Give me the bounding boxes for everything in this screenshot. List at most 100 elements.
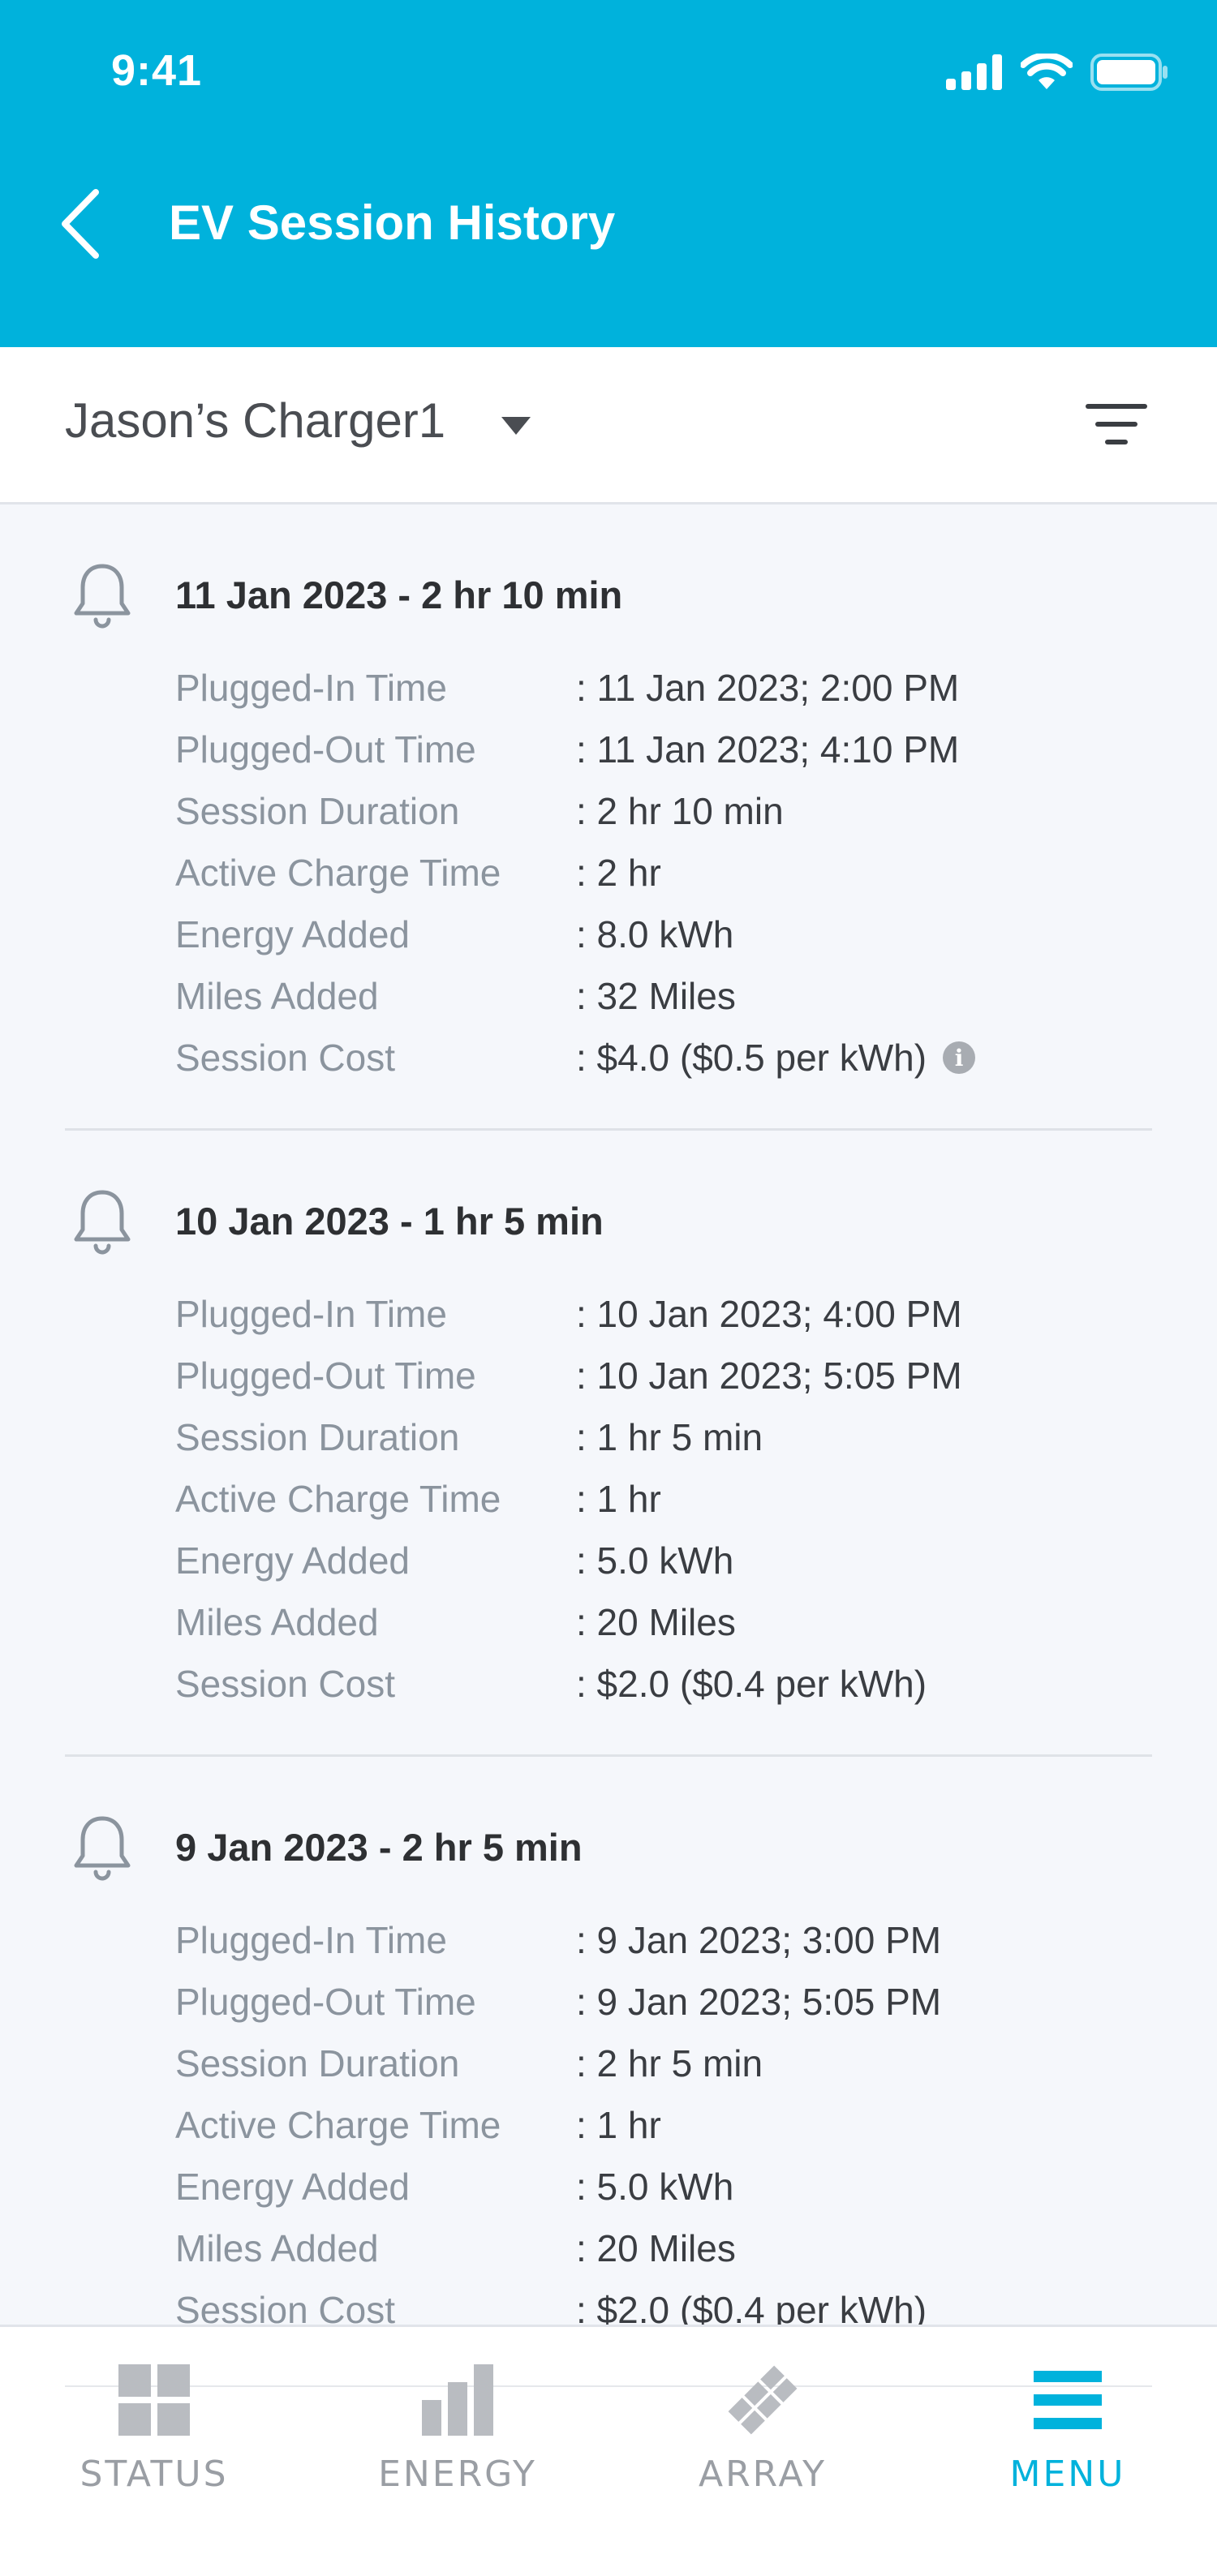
detail-value: : 2 hr xyxy=(576,852,661,894)
app-header: 9:41 EV Session History xyxy=(0,0,1217,347)
nav-label: ARRAY xyxy=(698,2454,828,2495)
wifi-icon xyxy=(1021,54,1073,89)
signal-icon xyxy=(946,54,1002,90)
detail-row: Miles Added : 20 Miles xyxy=(175,2218,1149,2279)
nav-tab-menu[interactable]: MENU xyxy=(946,2359,1189,2522)
session-heading: 9 Jan 2023 - 2 hr 5 min xyxy=(175,1826,583,1869)
detail-label: Energy Added xyxy=(175,913,411,955)
status-bar-time: 9:41 xyxy=(111,46,203,95)
charger-dropdown-label[interactable]: Jason’s Charger1 xyxy=(65,393,445,449)
detail-row: Active Charge Time : 1 hr xyxy=(175,1468,1149,1530)
detail-value: : 20 Miles xyxy=(576,2227,736,2269)
chevron-left-icon xyxy=(62,189,99,259)
detail-row: Active Charge Time : 1 hr xyxy=(175,2094,1149,2156)
detail-row: Plugged-In Time : 10 Jan 2023; 4:00 PM xyxy=(175,1283,1149,1345)
session-details: Plugged-In Time : 11 Jan 2023; 2:00 PM Pl… xyxy=(175,657,1149,1088)
detail-label: Plugged-Out Time xyxy=(175,1355,476,1397)
nav-tab-array[interactable]: ARRAY xyxy=(641,2359,884,2522)
back-button[interactable] xyxy=(57,183,122,264)
detail-value: : $4.0 ($0.5 per kWh) xyxy=(576,1037,927,1079)
bell-icon xyxy=(74,1816,131,1881)
detail-label: Plugged-Out Time xyxy=(175,1981,476,2023)
detail-row: Session Duration : 2 hr 10 min xyxy=(175,780,1149,842)
detail-row: Plugged-In Time : 9 Jan 2023; 3:00 PM xyxy=(175,1909,1149,1971)
detail-label: Session Cost xyxy=(175,1663,396,1705)
detail-row: Plugged-Out Time : 9 Jan 2023; 5:05 PM xyxy=(175,1971,1149,2033)
detail-value: : 20 Miles xyxy=(576,1601,736,1643)
session-heading: 11 Jan 2023 - 2 hr 10 min xyxy=(175,573,623,616)
nav-label: STATUS xyxy=(80,2454,229,2495)
detail-row: Plugged-In Time : 11 Jan 2023; 2:00 PM xyxy=(175,657,1149,719)
session-heading: 10 Jan 2023 - 1 hr 5 min xyxy=(175,1200,604,1243)
detail-value: : 9 Jan 2023; 5:05 PM xyxy=(576,1981,942,2023)
detail-label: Session Cost xyxy=(175,1037,396,1079)
detail-value: : $2.0 ($0.4 per kWh) xyxy=(576,1663,927,1705)
detail-value: : 1 hr xyxy=(576,2104,661,2146)
detail-label: Miles Added xyxy=(175,2227,379,2269)
page-title: EV Session History xyxy=(169,195,616,250)
detail-label: Energy Added xyxy=(175,2166,411,2208)
detail-value: : 8.0 kWh xyxy=(576,913,734,955)
detail-row: Session Cost : $4.0 ($0.5 per kWh) i xyxy=(175,1027,1149,1088)
charger-selector-bar: Jason’s Charger1 xyxy=(0,347,1217,504)
detail-label: Session Duration xyxy=(175,2042,460,2084)
session-details: Plugged-In Time : 9 Jan 2023; 3:00 PM Plu… xyxy=(175,1909,1149,2341)
nav-label: MENU xyxy=(1009,2454,1126,2495)
detail-value: : 5.0 kWh xyxy=(576,2166,734,2208)
detail-value: : 5.0 kWh xyxy=(576,1539,734,1582)
battery-icon xyxy=(1090,54,1168,91)
session-list: 11 Jan 2023 - 2 hr 10 min Plugged-In Tim… xyxy=(0,504,1217,2383)
detail-value: : 11 Jan 2023; 4:10 PM xyxy=(576,728,960,771)
session-card[interactable]: 11 Jan 2023 - 2 hr 10 min Plugged-In Tim… xyxy=(0,504,1217,1131)
detail-value: : 1 hr xyxy=(576,1478,661,1520)
detail-value: : 1 hr 5 min xyxy=(576,1416,763,1458)
detail-value: : 2 hr 5 min xyxy=(576,2042,763,2084)
grid-icon xyxy=(118,2364,190,2436)
bell-icon xyxy=(74,564,131,629)
detail-row: Energy Added : 8.0 kWh xyxy=(175,904,1149,965)
detail-label: Active Charge Time xyxy=(175,2104,501,2146)
detail-row: Energy Added : 5.0 kWh xyxy=(175,2156,1149,2218)
detail-label: Active Charge Time xyxy=(175,1478,501,1520)
info-icon[interactable]: i xyxy=(943,1041,976,1074)
status-bar-icons xyxy=(946,54,1168,91)
detail-value: : 10 Jan 2023; 4:00 PM xyxy=(576,1293,962,1335)
detail-value: : 32 Miles xyxy=(576,975,736,1017)
session-details: Plugged-In Time : 10 Jan 2023; 4:00 PM Pl… xyxy=(175,1283,1149,1715)
detail-row: Session Duration : 2 hr 5 min xyxy=(175,2033,1149,2094)
bar-chart-icon xyxy=(422,2364,493,2436)
detail-label: Session Duration xyxy=(175,1416,460,1458)
bottom-navigation: STATUS ENERGY ARRAY MENU xyxy=(0,2325,1217,2576)
detail-row: Session Duration : 1 hr 5 min xyxy=(175,1406,1149,1468)
detail-label: Plugged-Out Time xyxy=(175,728,476,771)
nav-label: ENERGY xyxy=(378,2454,537,2495)
solar-panel-icon xyxy=(728,2365,798,2435)
detail-value: : 2 hr 10 min xyxy=(576,790,784,832)
bell-icon xyxy=(74,1190,131,1255)
detail-label: Energy Added xyxy=(175,1539,411,1582)
detail-row: Miles Added : 20 Miles xyxy=(175,1591,1149,1653)
detail-label: Plugged-In Time xyxy=(175,1293,447,1335)
detail-row: Plugged-Out Time : 11 Jan 2023; 4:10 PM xyxy=(175,719,1149,780)
detail-label: Active Charge Time xyxy=(175,852,501,894)
detail-row: Miles Added : 32 Miles xyxy=(175,965,1149,1027)
detail-label: Miles Added xyxy=(175,1601,379,1643)
detail-row: Session Cost : $2.0 ($0.4 per kWh) xyxy=(175,1653,1149,1715)
detail-value: : 11 Jan 2023; 2:00 PM xyxy=(576,667,960,709)
detail-label: Plugged-In Time xyxy=(175,667,447,709)
menu-icon xyxy=(1034,2371,1102,2429)
session-card[interactable]: 10 Jan 2023 - 1 hr 5 min Plugged-In Time… xyxy=(0,1131,1217,1757)
detail-value: : 9 Jan 2023; 3:00 PM xyxy=(576,1919,942,1961)
detail-row: Plugged-Out Time : 10 Jan 2023; 5:05 PM xyxy=(175,1345,1149,1406)
filter-icon[interactable] xyxy=(1084,396,1149,453)
detail-label: Plugged-In Time xyxy=(175,1919,447,1961)
detail-label: Miles Added xyxy=(175,975,379,1017)
caret-down-icon[interactable] xyxy=(500,415,532,436)
detail-row: Energy Added : 5.0 kWh xyxy=(175,1530,1149,1591)
detail-value: : 10 Jan 2023; 5:05 PM xyxy=(576,1355,962,1397)
detail-label: Session Duration xyxy=(175,790,460,832)
nav-tab-energy[interactable]: ENERGY xyxy=(336,2359,579,2522)
session-card[interactable]: 9 Jan 2023 - 2 hr 5 min Plugged-In Time:… xyxy=(0,1757,1217,2383)
detail-row: Active Charge Time : 2 hr xyxy=(175,842,1149,904)
nav-tab-status[interactable]: STATUS xyxy=(32,2359,276,2522)
